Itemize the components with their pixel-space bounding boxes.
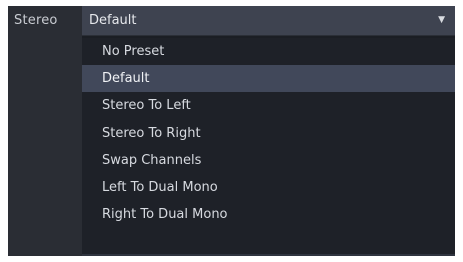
menu-bottom-border: [82, 254, 455, 256]
stereo-label: Stereo: [14, 13, 58, 28]
label-column: Stereo: [8, 6, 82, 256]
menu-item-left-to-dual-mono[interactable]: Left To Dual Mono: [82, 174, 455, 201]
menu-item-stereo-to-left[interactable]: Stereo To Left: [82, 92, 455, 119]
menu-item-no-preset[interactable]: No Preset: [82, 38, 455, 65]
stereo-preset-dropdown[interactable]: Default ▼: [82, 6, 455, 36]
triangle-down-icon[interactable]: ▼: [438, 15, 445, 25]
menu-item-stereo-to-right[interactable]: Stereo To Right: [82, 120, 455, 147]
menu-item-default[interactable]: Default: [82, 65, 455, 93]
selected-preset-value: Default: [89, 13, 137, 28]
menu-item-right-to-dual-mono[interactable]: Right To Dual Mono: [82, 201, 455, 228]
preset-menu-list: No Preset Default Stereo To Left Stereo …: [82, 38, 455, 256]
stereo-preset-panel: Stereo Default ▼ No Preset Default Stere…: [8, 6, 455, 256]
menu-item-swap-channels[interactable]: Swap Channels: [82, 147, 455, 174]
